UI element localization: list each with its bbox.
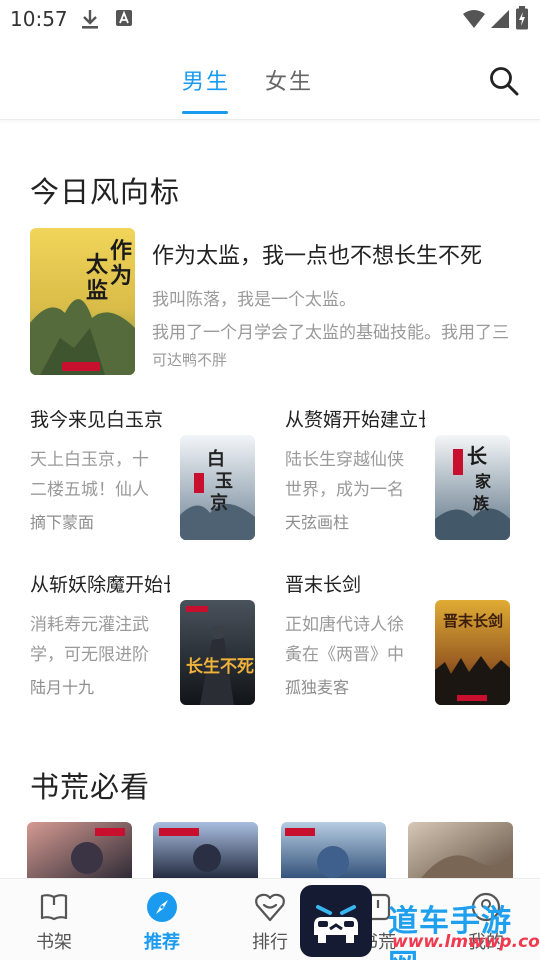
nav-item-recommend[interactable]: 推荐: [122, 879, 202, 960]
svg-text:长生不死: 长生不死: [186, 656, 254, 677]
book-cover[interactable]: 白 玉 京: [180, 435, 255, 540]
book-desc: 陆长生穿越仙侠世界，成为一名赘婿: [285, 450, 404, 500]
nav-item-bookshelf[interactable]: 书架: [14, 879, 94, 960]
car-icon: [314, 905, 358, 943]
section-title-featured: 今日风向标: [30, 175, 181, 209]
book-title[interactable]: 晋末长剑: [285, 570, 425, 597]
book-icon: [40, 894, 68, 921]
book-desc: 正如唐代诗人徐夤在《两晋》中所言: [285, 615, 404, 665]
svg-text:京: 京: [210, 492, 228, 514]
download-icon: [82, 10, 98, 29]
book-card[interactable]: 我今来见白玉京 天上白玉京，十二楼五城！仙人抚我顶 摘下蒙面 白 玉 京: [30, 405, 270, 545]
book-author: 孤独麦客: [285, 678, 350, 697]
section-title-shelf: 书荒必看: [30, 770, 151, 804]
book-cover[interactable]: 长 家 族: [435, 435, 510, 540]
featured-cover-text-1: 作: [110, 238, 132, 264]
tab-male[interactable]: 男生: [182, 64, 230, 96]
book-title[interactable]: 我今来见白玉京: [30, 405, 170, 432]
shelf-book-cover[interactable]: [153, 822, 258, 882]
book-desc: 天上白玉京，十二楼五城！仙人抚我顶: [30, 450, 149, 500]
nav-label-bookshelf: 书架: [36, 932, 72, 953]
featured-book-title[interactable]: 作为太监，我一点也不想长生不死: [152, 238, 510, 270]
nav-label-recommend: 推荐: [144, 932, 180, 953]
signal-icon: [491, 10, 509, 28]
active-tab-indicator: [182, 111, 228, 114]
featured-book-desc-line2: 我用了一个月学会了太监的基础技能。我用了三个月: [152, 323, 510, 343]
svg-text:玉: 玉: [215, 471, 233, 492]
featured-book-cover[interactable]: 作 为 太 监: [30, 228, 135, 375]
shelf-book-cover[interactable]: [281, 822, 386, 882]
shelf-book-cover[interactable]: [408, 822, 513, 882]
book-cover[interactable]: 长生不死: [180, 600, 255, 705]
svg-text:家: 家: [475, 472, 492, 491]
status-bar: 10:57: [0, 0, 540, 38]
nav-label-ranking: 排行: [252, 932, 288, 953]
book-cover[interactable]: 晋末长剑: [435, 600, 510, 705]
status-time: 10:57: [10, 7, 68, 31]
wifi-icon: [463, 10, 485, 28]
book-desc: 消耗寿元灌注武学，可无限进阶武学: [30, 615, 149, 665]
book-card[interactable]: 从赘婿开始建立长生家族 陆长生穿越仙侠世界，成为一名赘婿 天弦画柱 长 家 族: [285, 405, 525, 545]
watermark-logo: [300, 885, 372, 957]
book-card[interactable]: 从斩妖除魔开始长生不死 消耗寿元灌注武学，可无限进阶武学 陆月十九 长生不死: [30, 570, 270, 710]
featured-cover-text-2: 为: [110, 263, 132, 289]
book-title[interactable]: 从斩妖除魔开始长生不死: [30, 570, 170, 597]
book-author: 陆月十九: [30, 678, 95, 697]
svg-text:族: 族: [473, 494, 490, 513]
compass-icon: [147, 892, 177, 922]
top-tab-bar: 男生 女生: [0, 38, 540, 120]
tab-female[interactable]: 女生: [265, 64, 313, 96]
shelf-book-cover[interactable]: [27, 822, 132, 882]
featured-book-desc-line1: 我叫陈落，我是一个太监。: [152, 290, 356, 310]
book-author: 摘下蒙面: [30, 513, 95, 532]
battery-icon: [516, 6, 528, 30]
book-title[interactable]: 从赘婿开始建立长生家族: [285, 405, 425, 432]
nav-item-ranking[interactable]: 排行: [230, 879, 310, 960]
svg-text:晋末长剑: 晋末长剑: [443, 612, 503, 630]
heart-chat-icon: [255, 893, 285, 922]
book-author: 天弦画柱: [285, 513, 350, 532]
featured-cover-text-4: 监: [86, 278, 108, 304]
watermark-url: www.lmwwp.com: [392, 932, 540, 952]
featured-book-author: 可达鸭不胖: [152, 351, 228, 369]
svg-text:白: 白: [207, 448, 225, 470]
app-notification-icon: [116, 10, 132, 26]
featured-cover-text-3: 太: [86, 252, 109, 278]
svg-text:长: 长: [467, 444, 488, 468]
search-icon[interactable]: [488, 65, 520, 97]
book-card[interactable]: 晋末长剑 正如唐代诗人徐夤在《两晋》中所言 孤独麦客 晋末长剑: [285, 570, 525, 710]
